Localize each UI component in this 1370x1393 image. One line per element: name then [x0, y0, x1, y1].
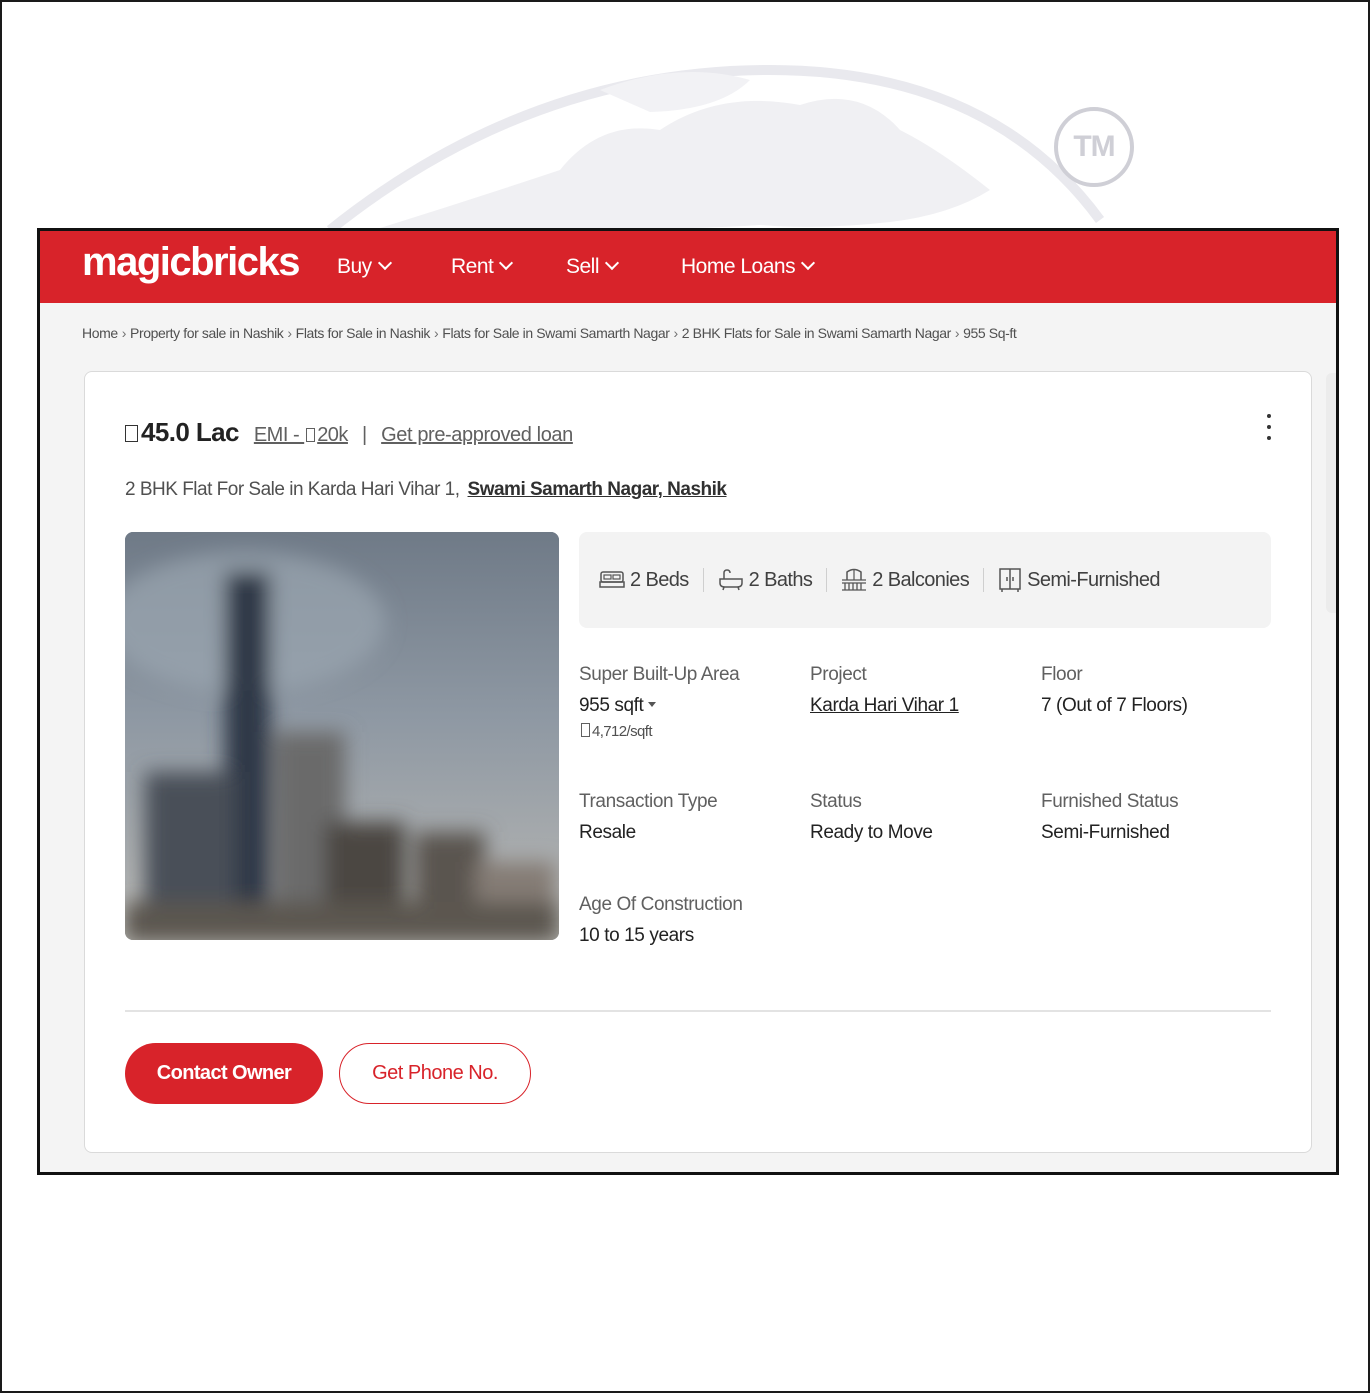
spec-label: Furnished Status: [1041, 791, 1179, 812]
rupee-icon: [581, 723, 590, 737]
spec-furnished: Furnished Status Semi-Furnished: [1041, 791, 1179, 844]
amenities-bar: 2 Beds 2 Baths 2 Balconies Semi-Furnishe…: [579, 532, 1271, 628]
nav-buy-label: Buy: [337, 255, 372, 278]
area-value[interactable]: 955 sqft: [579, 695, 739, 717]
spec-transaction: Transaction Type Resale: [579, 791, 718, 844]
amenity-beds-label: 2 Beds: [630, 568, 689, 591]
breadcrumb-2bhk-flats[interactable]: 2 BHK Flats for Sale in Swami Samarth Na…: [682, 325, 952, 341]
listing-card: 45.0 Lac EMI - 20k | Get pre-approved lo…: [84, 371, 1312, 1153]
bed-icon: [599, 571, 625, 588]
spec-value: 7 (Out of 7 Floors): [1041, 695, 1188, 716]
nav-rent[interactable]: Rent: [451, 255, 514, 279]
bathtub-icon: [718, 569, 743, 591]
nav-home-loans-label: Home Loans: [681, 255, 796, 278]
rate-value: 4,712/sqft: [592, 723, 652, 740]
price-row: 45.0 Lac EMI - 20k | Get pre-approved lo…: [125, 417, 573, 448]
breadcrumb-flats-swami-samarth[interactable]: Flats for Sale in Swami Samarth Nagar: [442, 325, 670, 341]
rate-per-sqft: 4,712/sqft: [579, 722, 739, 740]
spec-project: Project Karda Hari Vihar 1: [810, 664, 959, 717]
breadcrumb-flats-nashik[interactable]: Flats for Sale in Nashik: [296, 325, 431, 341]
amenity-furnishing: Semi-Furnished: [998, 567, 1160, 593]
spec-value: Semi-Furnished: [1041, 822, 1170, 843]
amenity-balconies-label: 2 Balconies: [872, 568, 970, 591]
emi-value: 20k: [317, 424, 348, 446]
contact-owner-button[interactable]: Contact Owner: [125, 1043, 323, 1104]
breadcrumb-separator: ›: [673, 325, 678, 341]
trademark-badge: TM: [1054, 107, 1134, 187]
divider: [983, 568, 985, 592]
project-link[interactable]: Karda Hari Vihar 1: [810, 695, 959, 716]
nav-sell-label: Sell: [566, 255, 600, 278]
breadcrumb-property-nashik[interactable]: Property for sale in Nashik: [130, 325, 284, 341]
spec-label: Age Of Construction: [579, 894, 743, 915]
spec-age: Age Of Construction 10 to 15 years: [579, 894, 743, 947]
caret-down-icon: [648, 702, 657, 707]
price: 45.0 Lac: [141, 417, 239, 447]
spec-value: 955 sqft: [579, 695, 644, 716]
divider: [125, 1010, 1271, 1012]
rupee-icon: [306, 428, 316, 442]
spec-value: Ready to Move: [810, 822, 933, 843]
spec-label: Status: [810, 791, 862, 812]
separator: |: [361, 424, 368, 446]
amenity-balconies: 2 Balconies: [841, 568, 970, 592]
listing-title: 2 BHK Flat For Sale in Karda Hari Vihar …: [125, 479, 727, 501]
amenity-baths: 2 Baths: [718, 569, 813, 592]
divider: [826, 568, 828, 592]
pre-approved-loan-link[interactable]: Get pre-approved loan: [381, 424, 573, 447]
location-link[interactable]: Swami Samarth Nagar, Nashik: [468, 479, 727, 500]
emi-prefix: EMI -: [253, 424, 305, 446]
breadcrumb-separator: ›: [121, 325, 127, 341]
screenshot-frame: magicbricks Buy Rent Sell Home Loans Hom…: [37, 228, 1339, 1175]
amenity-furnishing-label: Semi-Furnished: [1027, 568, 1160, 591]
spec-label: Super Built-Up Area: [579, 664, 740, 685]
divider: [702, 568, 704, 592]
emi-link[interactable]: EMI - 20k: [253, 424, 349, 447]
property-photo[interactable]: [125, 532, 559, 940]
breadcrumb-separator: ›: [954, 325, 960, 341]
magicbricks-logo[interactable]: magicbricks: [82, 240, 300, 285]
spec-value: 10 to 15 years: [579, 925, 694, 946]
breadcrumb-separator: ›: [287, 325, 292, 341]
get-phone-button[interactable]: Get Phone No.: [339, 1043, 531, 1104]
breadcrumb-current: 955 Sq-ft: [963, 325, 1017, 341]
spec-label: Floor: [1041, 664, 1083, 685]
balcony-icon: [842, 568, 867, 591]
nav-sell[interactable]: Sell: [566, 255, 620, 279]
chevron-down-icon: [499, 255, 514, 271]
spec-status: Status Ready to Move: [810, 791, 933, 844]
nav-buy[interactable]: Buy: [337, 255, 392, 279]
nav-home-loans[interactable]: Home Loans: [681, 255, 816, 279]
spec-label: Project: [810, 664, 867, 685]
wardrobe-icon: [999, 568, 1021, 592]
more-options-icon[interactable]: [1263, 414, 1275, 450]
rupee-icon: [125, 425, 138, 442]
top-navbar: magicbricks Buy Rent Sell Home Loans: [40, 231, 1336, 303]
amenity-baths-label: 2 Baths: [748, 568, 813, 591]
spec-area: Super Built-Up Area 955 sqft 4,712/sqft: [579, 664, 740, 740]
spec-value: Resale: [579, 822, 636, 843]
spec-floor: Floor 7 (Out of 7 Floors): [1041, 664, 1188, 717]
chevron-down-icon: [377, 255, 392, 271]
spec-label: Transaction Type: [579, 791, 718, 812]
breadcrumb: Home › Property for sale in Nashik › Flats f…: [82, 325, 1017, 341]
scrollbar[interactable]: [1326, 373, 1336, 613]
breadcrumb-home[interactable]: Home: [82, 325, 118, 341]
listing-title-text: 2 BHK Flat For Sale in Karda Hari Vihar …: [125, 479, 460, 500]
chevron-down-icon: [801, 255, 816, 271]
chevron-down-icon: [604, 255, 620, 271]
nav-rent-label: Rent: [451, 255, 494, 278]
breadcrumb-separator: ›: [434, 325, 439, 341]
amenity-beds: 2 Beds: [599, 569, 689, 592]
